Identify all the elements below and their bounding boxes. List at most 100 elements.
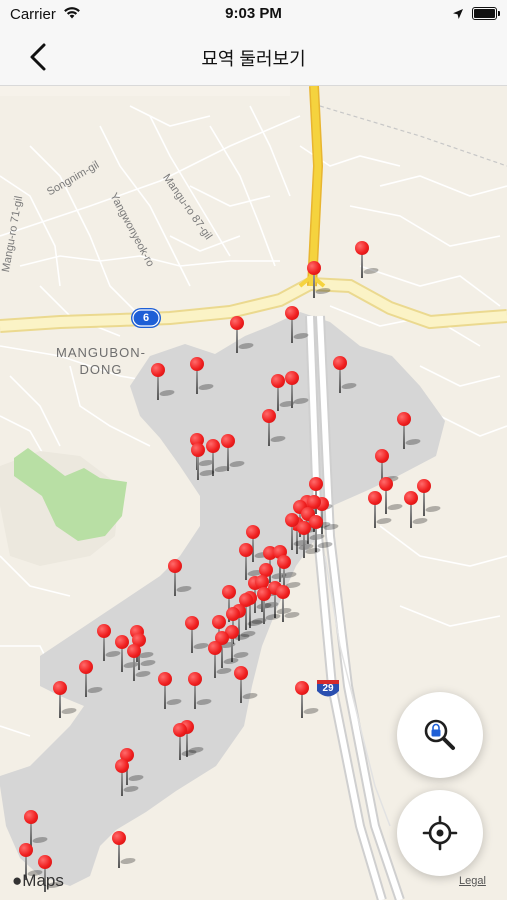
pin-head xyxy=(190,357,204,371)
grave-pin[interactable] xyxy=(307,261,333,299)
pin-needle xyxy=(277,387,279,411)
pin-head xyxy=(295,681,309,695)
pin-head xyxy=(38,855,52,869)
grave-pin[interactable] xyxy=(151,363,177,401)
grave-pin[interactable] xyxy=(257,587,283,625)
pin-head xyxy=(221,434,235,448)
grave-pin[interactable] xyxy=(230,316,256,354)
pin-head xyxy=(222,585,236,599)
pin-head xyxy=(379,477,393,491)
pin-needle xyxy=(268,422,270,446)
pin-needle xyxy=(245,556,247,580)
pin-head xyxy=(262,409,276,423)
pin-head xyxy=(309,515,323,529)
district-label: MANGUBON- DONG xyxy=(46,344,156,378)
grave-pin[interactable] xyxy=(158,672,184,710)
grave-pin[interactable] xyxy=(234,666,260,704)
pin-needle xyxy=(174,572,176,596)
grave-pin[interactable] xyxy=(355,241,381,279)
grave-pin[interactable] xyxy=(221,434,247,472)
navigation-bar: 묘역 둘러보기 xyxy=(0,28,507,86)
pin-head xyxy=(417,479,431,493)
pin-head xyxy=(173,723,187,737)
pin-head xyxy=(188,672,202,686)
pin-head xyxy=(397,412,411,426)
grave-pin[interactable] xyxy=(379,477,405,515)
pin-head xyxy=(115,759,129,773)
route-29-shield: 29 xyxy=(322,683,334,694)
back-button[interactable] xyxy=(22,40,56,74)
pin-head xyxy=(246,525,260,539)
pin-head xyxy=(277,555,291,569)
pin-head xyxy=(127,644,141,658)
pin-needle xyxy=(191,629,193,653)
pin-needle xyxy=(121,648,123,672)
pin-needle xyxy=(214,654,216,678)
grave-pin[interactable] xyxy=(285,306,311,344)
pin-head xyxy=(212,615,226,629)
pin-needle xyxy=(157,376,159,400)
grave-pin[interactable] xyxy=(208,641,234,679)
pin-needle xyxy=(313,274,315,298)
pin-needle xyxy=(236,329,238,353)
grave-pin[interactable] xyxy=(168,559,194,597)
pin-head xyxy=(53,681,67,695)
apple-logo-icon: ● xyxy=(12,871,23,890)
grave-pin[interactable] xyxy=(112,831,138,869)
grave-pin[interactable] xyxy=(262,409,288,447)
maps-attribution: ●Maps xyxy=(12,871,64,891)
pin-needle xyxy=(240,679,242,703)
grave-pin[interactable] xyxy=(271,374,297,412)
pin-needle xyxy=(374,504,376,528)
grave-pin[interactable] xyxy=(97,624,123,662)
pin-needle xyxy=(403,425,405,449)
district-label-line1: MANGUBON- xyxy=(56,345,146,360)
grave-pin[interactable] xyxy=(333,356,359,394)
pin-head xyxy=(19,843,33,857)
grave-pin[interactable] xyxy=(188,672,214,710)
grave-pin[interactable] xyxy=(295,681,321,719)
pin-needle xyxy=(197,456,199,480)
grave-pin[interactable] xyxy=(297,521,323,559)
pin-head xyxy=(206,439,220,453)
pin-needle xyxy=(194,685,196,709)
grave-pin[interactable] xyxy=(185,616,211,654)
pin-needle xyxy=(410,504,412,528)
grave-pin[interactable] xyxy=(53,681,79,719)
maps-attribution-text: Maps xyxy=(22,871,64,890)
pin-needle xyxy=(385,490,387,514)
grave-pin[interactable] xyxy=(397,412,423,450)
grave-pin[interactable] xyxy=(115,759,141,797)
pin-needle xyxy=(121,772,123,796)
pin-head xyxy=(168,559,182,573)
grave-pin[interactable] xyxy=(285,371,311,409)
grave-pin[interactable] xyxy=(417,479,443,517)
grave-pin[interactable] xyxy=(191,443,217,481)
pin-head xyxy=(158,672,172,686)
pin-head xyxy=(79,660,93,674)
pin-needle xyxy=(361,254,363,278)
lock-magnifier-icon xyxy=(424,719,455,750)
pin-needle xyxy=(118,844,120,868)
grave-pin[interactable] xyxy=(190,357,216,395)
pin-needle xyxy=(196,370,198,394)
route-6-shield: 6 xyxy=(142,312,150,324)
pin-head xyxy=(276,585,290,599)
location-arrow-icon xyxy=(452,7,464,25)
pin-head xyxy=(404,491,418,505)
grave-pin[interactable] xyxy=(173,723,199,761)
district-label-line2: DONG xyxy=(79,362,123,377)
pin-needle xyxy=(164,685,166,709)
pin-head xyxy=(234,666,248,680)
grave-pin[interactable] xyxy=(79,660,105,698)
pin-head xyxy=(297,521,311,535)
grave-pin[interactable] xyxy=(404,491,430,529)
pin-needle xyxy=(103,637,105,661)
legal-link[interactable]: Legal xyxy=(459,875,486,887)
grave-pin[interactable] xyxy=(127,644,153,682)
map-view[interactable]: Songnim-gil Yangwonyeok-ro Mangu-ro 87-g… xyxy=(0,86,507,900)
current-location-button[interactable] xyxy=(397,790,483,876)
pin-head xyxy=(333,356,347,370)
search-area-button[interactable] xyxy=(397,692,483,778)
pin-head xyxy=(271,374,285,388)
